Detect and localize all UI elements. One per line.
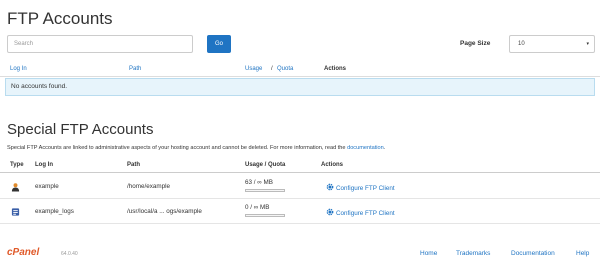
special-description: Special FTP Accounts are linked to admin… [7, 145, 592, 151]
table-row: example_logs /usr/local/a ... ogs/exampl… [0, 200, 600, 224]
configure-ftp-client-link[interactable]: Configure FTP Client [326, 183, 395, 192]
special-description-text: Special FTP Accounts are linked to admin… [7, 145, 346, 151]
usage-bar [245, 189, 285, 192]
login-cell: example_logs [35, 208, 74, 215]
go-button[interactable]: Go [207, 35, 231, 53]
column-header-type: Type [10, 162, 24, 168]
footer: cPanel 64.0.40 Home Trademarks Documenta… [0, 243, 600, 263]
table-row: example /home/example 63 / ∞ MB Configur… [0, 175, 600, 199]
footer-link-trademarks[interactable]: Trademarks [456, 250, 490, 257]
special-section-title: Special FTP Accounts [7, 121, 154, 138]
description-suffix: . [383, 145, 386, 151]
configure-ftp-client-link[interactable]: Configure FTP Client [326, 208, 395, 217]
footer-link-documentation[interactable]: Documentation [511, 250, 555, 257]
search-input[interactable]: Search [7, 35, 193, 53]
column-header-login[interactable]: Log In [10, 66, 27, 72]
column-header-path: Path [127, 162, 141, 168]
login-cell: example [35, 183, 59, 190]
column-header-actions: Actions [324, 66, 347, 72]
page-size-value: 10 [518, 41, 525, 47]
column-header-actions: Actions [321, 162, 344, 168]
empty-message: No accounts found. [5, 78, 595, 96]
user-icon [11, 183, 20, 192]
usage-cell: 63 / ∞ MB [245, 179, 273, 186]
path-cell: /home/example [127, 183, 171, 190]
column-header-quota[interactable]: Quota [277, 66, 293, 72]
documentation-link[interactable]: documentation [347, 145, 384, 151]
column-header-separator: / [271, 66, 273, 72]
log-icon [11, 208, 20, 216]
gear-icon [326, 208, 334, 216]
column-header-usage[interactable]: Usage [245, 66, 262, 72]
column-header-login: Log In [35, 162, 53, 168]
cpanel-logo[interactable]: cPanel [7, 247, 39, 258]
page-title: FTP Accounts [7, 9, 113, 28]
footer-link-help[interactable]: Help [576, 250, 589, 257]
configure-ftp-client-label: Configure FTP Client [336, 210, 395, 217]
footer-link-home[interactable]: Home [420, 250, 437, 257]
special-table-header: Type Log In Path Usage / Quota Actions [0, 159, 600, 173]
configure-ftp-client-label: Configure FTP Client [336, 185, 395, 192]
path-cell: /usr/local/a ... ogs/example [127, 208, 202, 215]
page-size-select[interactable]: 10 ▾ [509, 35, 595, 53]
column-header-usage-quota: Usage / Quota [245, 162, 286, 168]
usage-cell: 0 / ∞ MB [245, 204, 270, 211]
gear-icon [326, 183, 334, 191]
version-number: 64.0.40 [61, 251, 78, 257]
column-header-path[interactable]: Path [129, 66, 141, 72]
page-size-label: Page Size [460, 40, 491, 47]
ftp-table-header: Log In Path Usage / Quota Actions [0, 63, 600, 77]
chevron-down-icon: ▾ [586, 41, 589, 47]
usage-bar [245, 214, 285, 217]
